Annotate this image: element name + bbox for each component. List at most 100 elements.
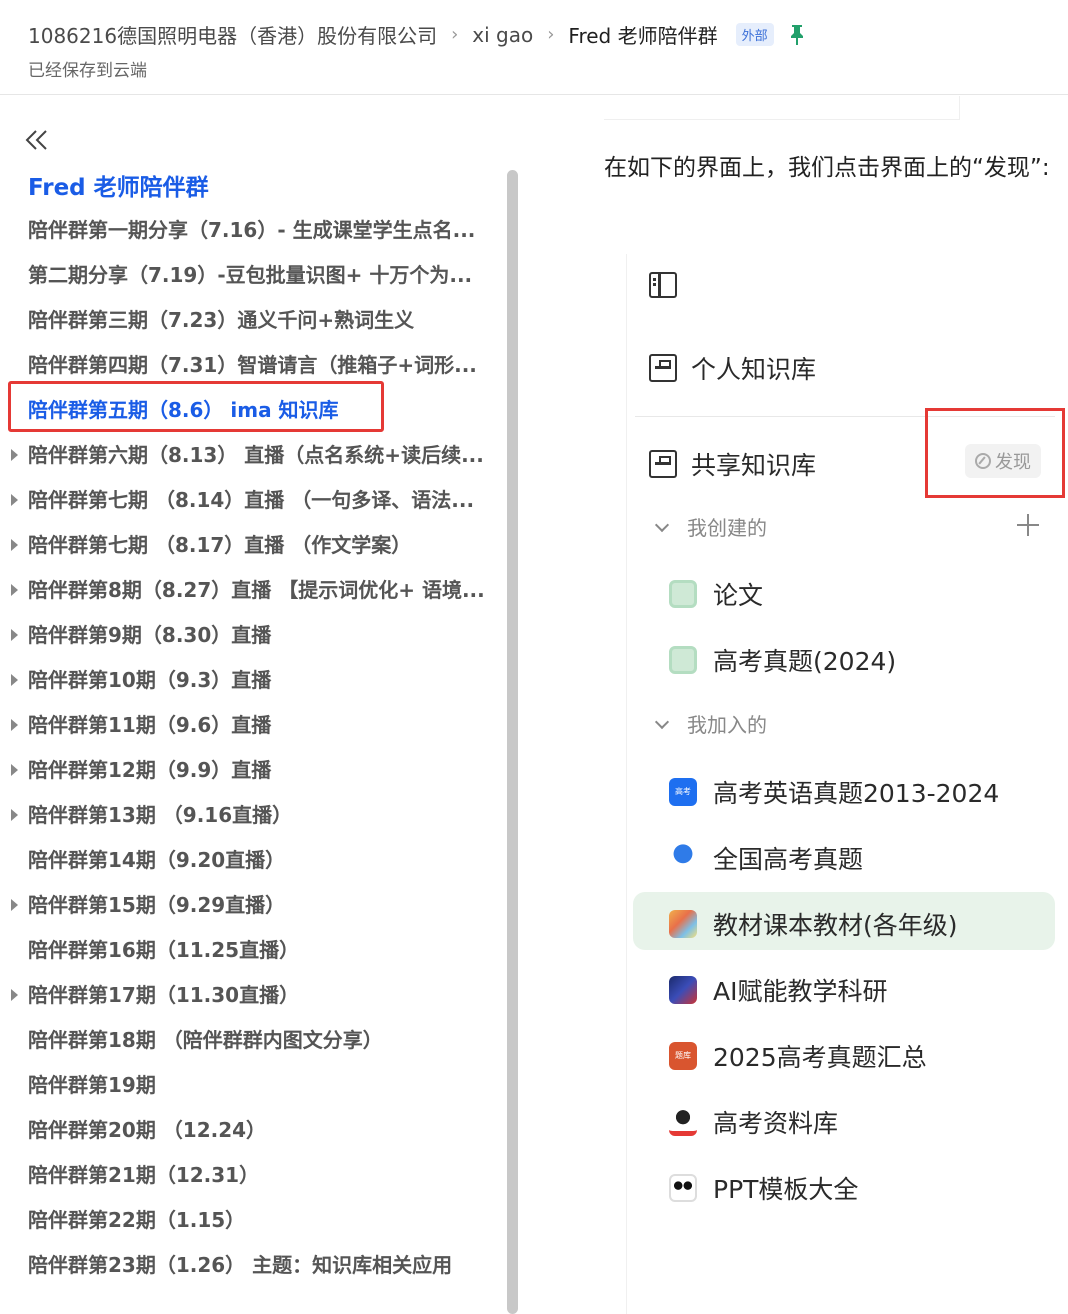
expand-arrow-icon[interactable] [11,674,18,686]
personal-kb-label: 个人知识库 [691,355,817,384]
kb-item-label: AI赋能教学科研 [713,977,888,1006]
outline-item[interactable]: 第二期分享（7.19）-豆包批量识图+ 十万个为... [0,253,500,298]
expand-arrow-icon[interactable] [11,719,18,731]
kb-item-label: 高考英语真题2013-2024 [713,779,1000,808]
shared-knowledge-base-icon [649,450,677,478]
outline-item[interactable]: 陪伴群第五期（8.6） ima 知识库 [0,388,500,433]
kb-item: AI赋能教学科研 [669,972,887,1008]
breadcrumb: 1086216德国照明电器（香港）股份有限公司 › xi gao › Fred … [28,20,806,49]
outline-item[interactable]: 陪伴群第15期（9.29直播） [0,883,500,928]
expand-arrow-icon[interactable] [11,629,18,641]
outline-item[interactable]: 陪伴群第13期 （9.16直播） [0,793,500,838]
kb-item: 高考 高考英语真题2013-2024 [669,774,999,810]
external-badge: 外部 [735,23,774,46]
outline-item-label: 第二期分享（7.19）-豆包批量识图+ 十万个为... [28,263,473,287]
outline-item-label: 陪伴群第10期（9.3）直播 [28,668,272,692]
expand-arrow-icon[interactable] [11,449,18,461]
outline-item-label: 陪伴群第9期（8.30）直播 [28,623,272,647]
kb-item: 高考资料库 [669,1104,838,1140]
expand-arrow-icon[interactable] [11,809,18,821]
outline-sidebar: Fred 老师陪伴群 陪伴群第一期分享（7.16）- 生成课堂学生点名... 第二… [0,96,520,1314]
outline-item-label: 陪伴群第一期分享（7.16）- 生成课堂学生点名... [28,218,476,242]
outline-title[interactable]: Fred 老师陪伴群 [28,168,209,202]
breadcrumb-current[interactable]: Fred 老师陪伴群 [568,20,717,49]
outline-item-label: 陪伴群第七期 （8.17）直播 （作文学案） [28,533,412,557]
outline-item[interactable]: 陪伴群第16期（11.25直播） [0,928,500,973]
outline-item-label: 陪伴群第19期 [28,1073,156,1097]
kb-item: 全国高考真题 [669,840,863,876]
outline-item[interactable]: 陪伴群第七期 （8.14）直播 （一句多译、语法... [0,478,500,523]
kb-item-label: 2025高考真题汇总 [713,1043,927,1072]
kb-item: 高考真题(2024) [669,642,896,678]
graduation-icon [669,844,697,872]
outline-item-label: 陪伴群第四期（7.31）智谱请言（推箱子+词形... [28,353,477,377]
outline-item[interactable]: 陪伴群第17期（11.30直播） [0,973,500,1018]
outline-item[interactable]: 陪伴群第18期 （陪伴群群内图文分享） [0,1018,500,1063]
outline-item[interactable]: 陪伴群第七期 （8.17）直播 （作文学案） [0,523,500,568]
doc-header: 1086216德国照明电器（香港）股份有限公司 › xi gao › Fred … [0,0,1068,95]
expand-arrow-icon[interactable] [11,584,18,596]
outline-item[interactable]: 陪伴群第20期 （12.24） [0,1108,500,1153]
outline-item-label: 陪伴群第11期（9.6）直播 [28,713,272,737]
outline-item-label: 陪伴群第12期（9.9）直播 [28,758,272,782]
outline-item[interactable]: 陪伴群第六期（8.13） 直播（点名系统+读后续... [0,433,500,478]
outline-item-label: 陪伴群第21期（12.31） [28,1163,260,1187]
shared-kb-row: 共享知识库 [649,446,816,482]
kb-item: 题库 2025高考真题汇总 [669,1038,927,1074]
chevron-right-icon: › [451,24,459,45]
personal-kb-row: 个人知识库 [649,350,816,386]
chevron-down-icon [654,517,670,532]
outline-item[interactable]: 陪伴群第8期（8.27）直播 【提示词优化+ 语境... [0,568,500,613]
outline-item[interactable]: 陪伴群第14期（9.20直播） [0,838,500,883]
outline-item[interactable]: 陪伴群第22期（1.15） [0,1198,500,1243]
chevron-right-icon: › [547,24,555,45]
outline-item[interactable]: 陪伴群第三期（7.23）通义千问+熟词生义 [0,298,500,343]
outline-item-label: 陪伴群第20期 （12.24） [28,1118,267,1142]
outline-list: 陪伴群第一期分享（7.16）- 生成课堂学生点名... 第二期分享（7.19）-豆… [0,208,505,1288]
expand-arrow-icon[interactable] [11,539,18,551]
outline-item[interactable]: 陪伴群第9期（8.30）直播 [0,613,500,658]
pin-icon[interactable] [788,24,806,46]
kb-item: 论文 [669,576,763,612]
outline-item[interactable]: 陪伴群第11期（9.6）直播 [0,703,500,748]
expand-arrow-icon[interactable] [11,899,18,911]
outline-item[interactable]: 陪伴群第10期（9.3）直播 [0,658,500,703]
expand-arrow-icon[interactable] [11,494,18,506]
outline-item[interactable]: 陪伴群第一期分享（7.16）- 生成课堂学生点名... [0,208,500,253]
kb-item-label: 全国高考真题 [713,845,864,874]
outline-item-label: 陪伴群第18期 （陪伴群群内图文分享） [28,1028,383,1052]
expand-arrow-icon[interactable] [11,989,18,1001]
folder-icon [669,646,697,674]
outline-item[interactable]: 陪伴群第四期（7.31）智谱请言（推箱子+词形... [0,343,500,388]
outline-item-label: 陪伴群第23期（1.26） 主题：知识库相关应用 [28,1253,453,1277]
group-joined-label: 我加入的 [687,713,767,737]
knowledge-base-icon [649,354,677,382]
kb-item: PPT模板大全 [669,1170,858,1206]
double-chevron-left-icon[interactable] [22,128,52,152]
kb-item-label: 高考资料库 [713,1109,839,1138]
outline-item-label: 陪伴群第14期（9.20直播） [28,848,286,872]
outline-item[interactable]: 陪伴群第19期 [0,1063,500,1108]
chevron-down-icon [654,714,670,729]
group-created-label: 我创建的 [687,516,767,540]
ai-research-icon [669,976,697,1004]
outline-item[interactable]: 陪伴群第12期（9.9）直播 [0,748,500,793]
kb-item: 教材课本教材(各年级) [669,906,958,942]
kb-item-label: PPT模板大全 [713,1175,859,1204]
outline-item-label: 陪伴群第22期（1.15） [28,1208,246,1232]
folder-icon [669,580,697,608]
kb-item-label: 论文 [713,581,764,610]
outline-item-label: 陪伴群第16期（11.25直播） [28,938,300,962]
outline-item-label: 陪伴群第五期（8.6） ima 知识库 [28,398,339,422]
expand-arrow-icon[interactable] [11,764,18,776]
outline-item[interactable]: 陪伴群第21期（12.31） [0,1153,500,1198]
panda-icon [669,1174,697,1202]
kb-item-label: 高考真题(2024) [713,647,897,676]
embedded-image-edge [604,96,960,120]
breadcrumb-org[interactable]: 1086216德国照明电器（香港）股份有限公司 [28,20,437,49]
embedded-screenshot: 个人知识库 共享知识库 发现 我创建的 论文 高考真题(2024) 我加入的 高… [626,254,1068,1314]
sidebar-scrollbar[interactable] [507,170,518,1314]
outline-item-label: 陪伴群第13期 （9.16直播） [28,803,293,827]
breadcrumb-user[interactable]: xi gao [472,23,533,47]
outline-item[interactable]: 陪伴群第23期（1.26） 主题：知识库相关应用 [0,1243,500,1288]
